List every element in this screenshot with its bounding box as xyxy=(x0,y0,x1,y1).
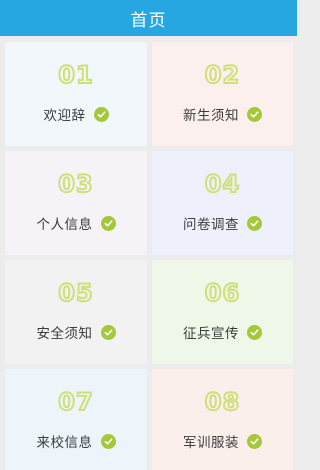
menu-card-safety-notice[interactable]: 05 安全须知 xyxy=(5,260,147,364)
card-label: 军训服装 xyxy=(183,435,239,451)
check-icon xyxy=(100,433,116,449)
card-number: 01 xyxy=(57,60,94,90)
check-icon xyxy=(247,324,262,340)
card-label: 问卷调查 xyxy=(183,217,239,233)
card-label-row: 安全须知 xyxy=(37,322,116,342)
top-bar: 首页 xyxy=(0,0,297,36)
card-number: 07 xyxy=(57,387,94,417)
card-number: 04 xyxy=(204,169,241,199)
menu-card-training-uniform[interactable]: 08 军训服装 xyxy=(152,369,293,470)
card-number: 05 xyxy=(57,278,94,308)
card-number: 08 xyxy=(204,387,241,417)
menu-grid: 01 欢迎辞 02 新生须知 03 个人信息 04 问卷调查 05 安全须知 0… xyxy=(0,36,297,470)
card-label-row: 来校信息 xyxy=(37,431,116,451)
card-label-row: 军训服装 xyxy=(183,431,262,451)
card-label-row: 问卷调查 xyxy=(183,213,262,233)
menu-card-welcome[interactable]: 01 欢迎辞 xyxy=(5,42,147,146)
check-icon xyxy=(100,324,116,340)
check-icon xyxy=(247,106,262,122)
check-icon xyxy=(100,215,116,231)
card-label: 来校信息 xyxy=(36,435,93,451)
check-icon xyxy=(247,215,262,231)
card-label-row: 个人信息 xyxy=(37,213,116,233)
menu-card-freshman-notice[interactable]: 02 新生须知 xyxy=(152,42,293,146)
card-label: 新生须知 xyxy=(183,108,239,124)
card-label: 欢迎辞 xyxy=(43,108,86,124)
card-label: 征兵宣传 xyxy=(183,326,239,342)
check-icon xyxy=(247,433,262,449)
card-number: 06 xyxy=(204,278,241,308)
card-number: 03 xyxy=(57,169,94,199)
menu-card-arrival-info[interactable]: 07 来校信息 xyxy=(5,369,147,470)
menu-card-conscription[interactable]: 06 征兵宣传 xyxy=(152,260,293,364)
menu-card-personal-info[interactable]: 03 个人信息 xyxy=(5,151,147,255)
card-label-row: 欢迎辞 xyxy=(44,104,109,124)
check-icon xyxy=(93,106,109,122)
card-number: 02 xyxy=(204,60,241,90)
page-title: 首页 xyxy=(130,10,167,31)
card-label: 安全须知 xyxy=(36,326,93,342)
card-label-row: 征兵宣传 xyxy=(183,322,262,342)
card-label: 个人信息 xyxy=(36,217,93,233)
menu-card-survey[interactable]: 04 问卷调查 xyxy=(152,151,293,255)
card-label-row: 新生须知 xyxy=(183,104,262,124)
